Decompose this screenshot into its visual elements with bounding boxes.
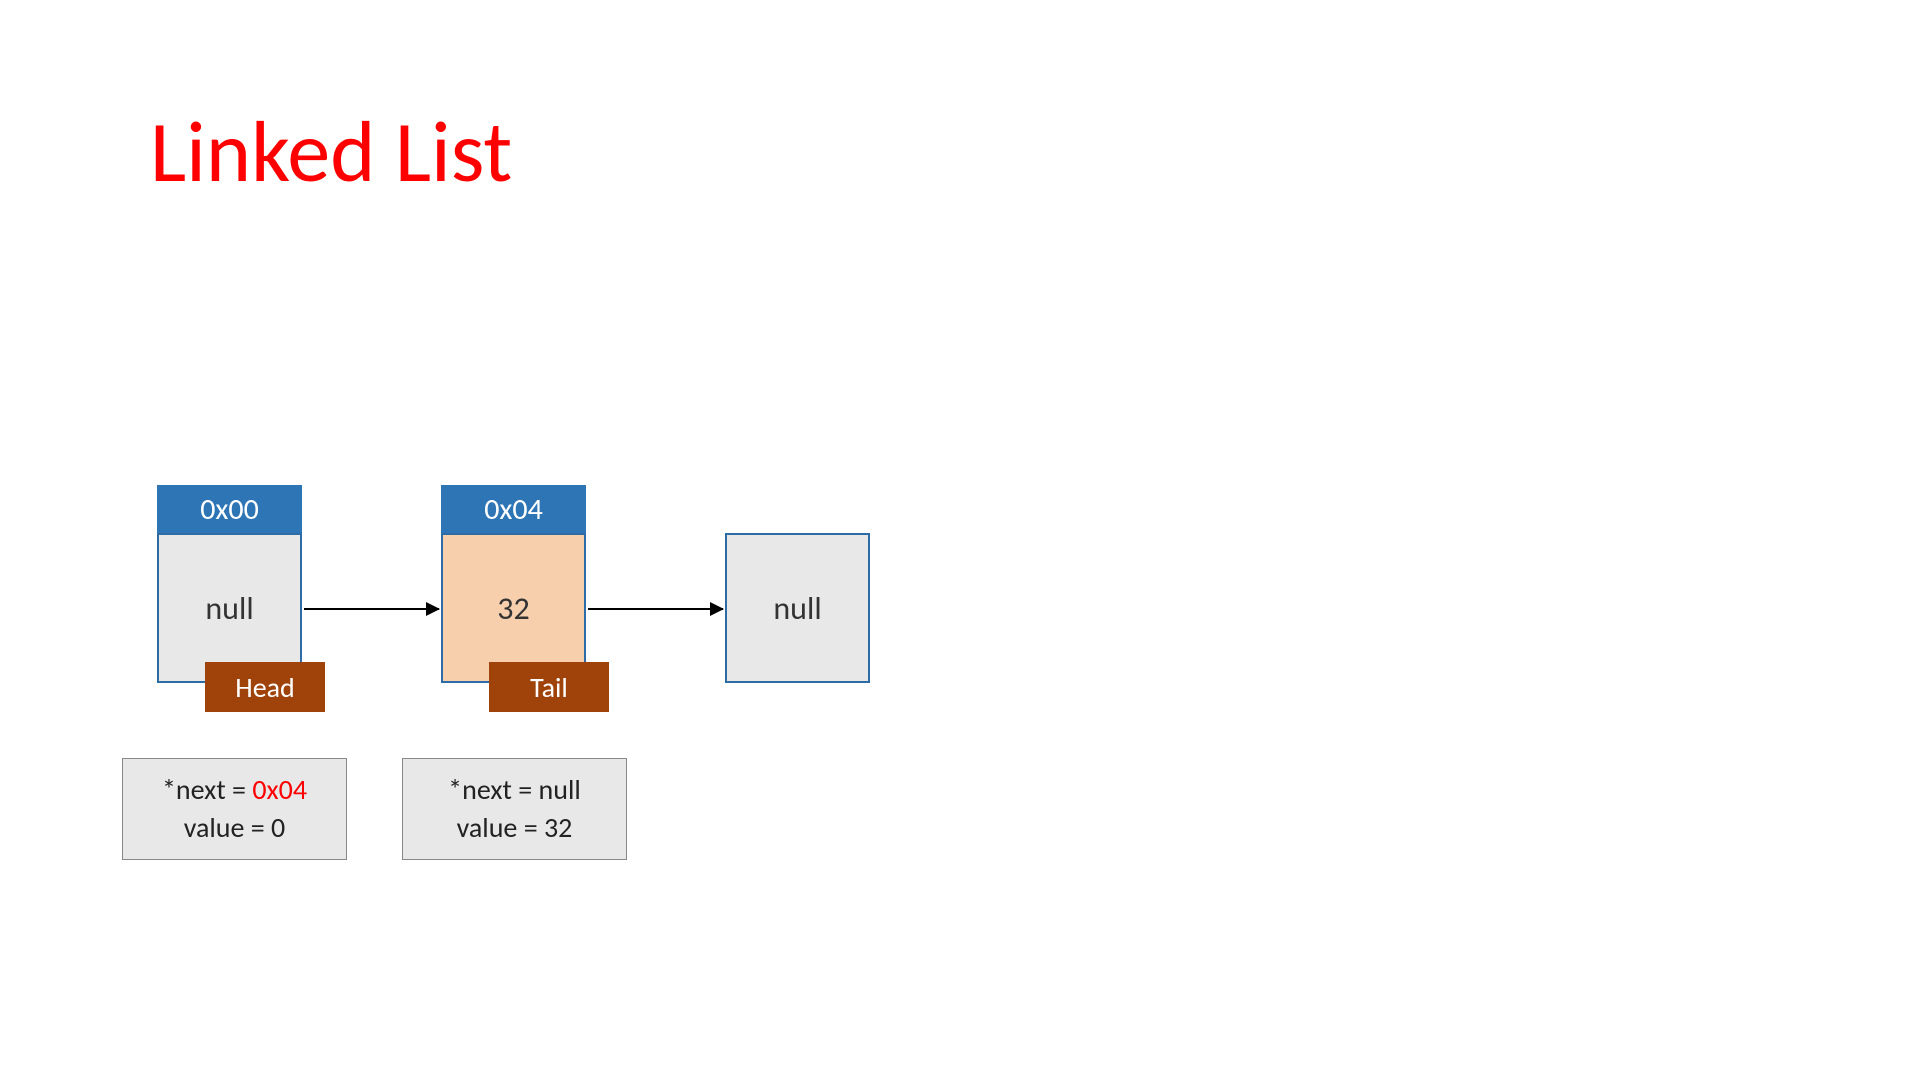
node1-address: 0x00: [157, 485, 302, 533]
node2-box: 32: [441, 533, 586, 683]
node2-value: 32: [497, 589, 529, 628]
arrow-2: [588, 608, 723, 610]
node1-role: Head: [205, 662, 325, 712]
node1-box: null: [157, 533, 302, 683]
arrow-1: [304, 608, 439, 610]
info-head: *next = 0x04 value = 0: [122, 758, 347, 860]
node3-box: null: [725, 533, 870, 683]
info-head-line2: value = 0: [141, 809, 328, 847]
node1-value: null: [205, 589, 253, 628]
node2-address: 0x04: [441, 485, 586, 533]
node2-role: Tail: [489, 662, 609, 712]
info-head-next-prefix: *next =: [162, 772, 252, 807]
info-head-line1: *next = 0x04: [141, 771, 328, 809]
page-title: Linked List: [150, 100, 512, 205]
info-tail-line1: *next = null: [421, 771, 608, 809]
node3-value: null: [773, 589, 821, 628]
info-head-next-value: 0x04: [252, 772, 307, 807]
info-tail: *next = null value = 32: [402, 758, 627, 860]
info-tail-line2: value = 32: [421, 809, 608, 847]
